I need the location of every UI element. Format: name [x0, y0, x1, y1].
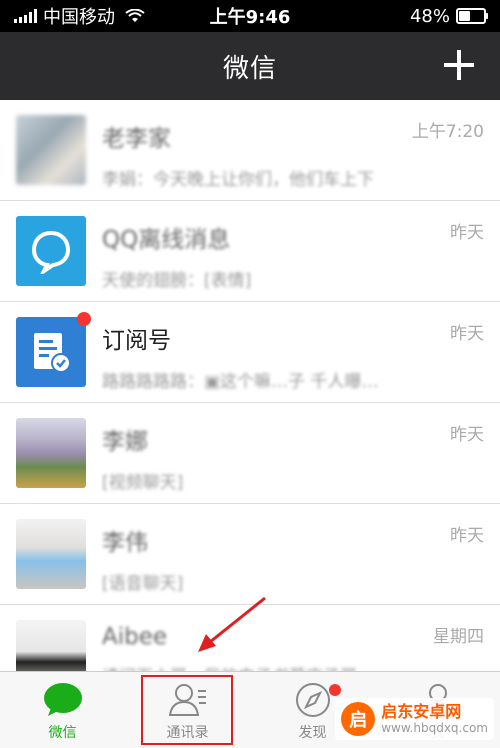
chat-time: 上午7:20: [411, 122, 484, 142]
chat-preview: [视频聊天]: [102, 473, 184, 493]
wechat-screen: 中国移动 上午9:46 48% 微信 老李家 李娟：今天晚上让你们，他们车上下 …: [0, 0, 500, 748]
watermark-url: www.hbqdxq.com: [381, 721, 488, 735]
chat-name: QQ离线消息: [102, 227, 231, 253]
status-time: 上午9:46: [209, 7, 291, 28]
nav-bar: 微信: [0, 32, 500, 100]
chat-preview: 李娟：今天晚上让你们，他们车上下: [102, 170, 374, 190]
chat-preview: 路路路路路：▣这个嘛…子 千人曝…: [102, 372, 379, 392]
compass-icon: [295, 683, 330, 717]
chat-bubble-icon: [43, 683, 82, 716]
chat-time: 昨天: [450, 425, 484, 445]
chat-time: 星期四: [433, 627, 484, 647]
chat-row[interactable]: 李伟 [语音聊天] 昨天: [0, 504, 500, 605]
chat-row[interactable]: Aibee 请问下大哥，我的电子书莫店子哥 星期四: [0, 605, 500, 672]
chat-row[interactable]: 老李家 李娟：今天晚上让你们，他们车上下 上午7:20: [0, 100, 500, 201]
page-title: 微信: [222, 53, 277, 84]
signal-icon: [14, 9, 37, 23]
wifi-icon: [125, 9, 145, 22]
plus-icon[interactable]: [444, 50, 474, 80]
chat-preview: [语音聊天]: [102, 574, 184, 594]
tab-chats[interactable]: 微信: [0, 672, 125, 748]
watermark-logo-icon: 启: [341, 702, 376, 736]
chat-name: Aibee: [102, 624, 168, 650]
carrier-label: 中国移动: [43, 7, 115, 28]
watermark-title: 启东安卓网: [381, 702, 462, 721]
qq-icon: [16, 216, 86, 286]
chat-name: 李娜: [102, 429, 148, 455]
battery-icon: [456, 8, 488, 24]
chat-preview: 天使的翅膀：[表情]: [102, 271, 252, 291]
subscription-icon: [16, 312, 91, 387]
flower-photo: [16, 418, 86, 488]
chat-row[interactable]: 订阅号 路路路路路：▣这个嘛…子 千人曝… 昨天: [0, 302, 500, 403]
chat-list[interactable]: 老李家 李娟：今天晚上让你们，他们车上下 上午7:20 QQ离线消息 天使的翅膀…: [0, 100, 500, 672]
battery-percent: 48%: [409, 5, 450, 27]
tab-label: 微信: [48, 725, 77, 741]
tab-label: 发现: [298, 725, 327, 741]
unread-badge: [77, 312, 91, 326]
battery-indicator: 48%: [409, 5, 488, 27]
contacts-highlight-box: [141, 675, 233, 745]
chat-time: 昨天: [450, 223, 484, 243]
status-bar: 中国移动 上午9:46 48%: [0, 0, 500, 32]
chat-row[interactable]: QQ离线消息 天使的翅膀：[表情] 昨天: [0, 201, 500, 302]
chat-name: 李伟: [102, 530, 148, 556]
watermark-logo: 启 启东安卓网 www.hbqdxq.com: [335, 698, 494, 740]
chat-time: 昨天: [450, 526, 484, 546]
chat-row[interactable]: 李娜 [视频聊天] 昨天: [0, 403, 500, 504]
chat-time: 昨天: [450, 324, 484, 344]
child-photo: [16, 519, 86, 589]
chat-name: 订阅号: [102, 328, 171, 354]
woman-photo: [16, 620, 86, 672]
discover-badge: [328, 684, 341, 696]
group-avatar: [16, 115, 86, 185]
